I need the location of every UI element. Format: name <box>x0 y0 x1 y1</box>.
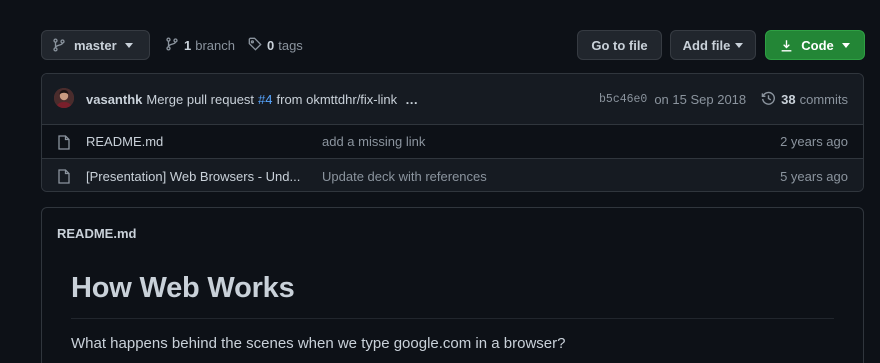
file-icon <box>58 169 70 187</box>
readme-header[interactable]: README.md <box>42 208 863 258</box>
go-to-file-button[interactable]: Go to file <box>577 30 662 60</box>
commit-date: on 15 Sep 2018 <box>654 92 747 107</box>
chevron-down-icon <box>735 42 744 48</box>
file-age: 5 years ago <box>780 168 848 184</box>
commits-label: commits <box>799 92 848 107</box>
file-row[interactable]: [Presentation] Web Browsers - Und... Upd… <box>42 159 863 191</box>
branches-link[interactable]: 1 branch <box>165 30 235 60</box>
commit-message: vasanthk Merge pull request #4 from okmt… <box>86 74 419 125</box>
branches-label: branch <box>195 37 235 53</box>
branch-icon <box>165 36 179 54</box>
branches-count: 1 <box>184 37 192 53</box>
readme-title: How Web Works <box>71 272 295 304</box>
tag-icon <box>248 37 262 54</box>
commit-sha[interactable]: b5c46e0 <box>599 93 647 106</box>
file-commit-message[interactable]: add a missing link <box>322 134 425 149</box>
commit-message-prefix[interactable]: Merge pull request <box>146 92 254 107</box>
file-browser: vasanthk Merge pull request #4 from okmt… <box>41 73 864 192</box>
add-file-label: Add file <box>682 37 731 53</box>
file-row[interactable]: README.md add a missing link 2 years ago <box>42 125 863 159</box>
file-icon <box>58 135 70 153</box>
file-commit-message[interactable]: Update deck with references <box>322 169 487 184</box>
download-icon <box>780 39 793 52</box>
repository-page: master 1 branch 0 tags Go to file Add fi… <box>0 0 880 363</box>
history-icon <box>761 91 776 109</box>
go-to-file-label: Go to file <box>591 37 648 53</box>
file-age: 2 years ago <box>780 134 848 149</box>
avatar[interactable] <box>54 88 74 108</box>
file-name[interactable]: [Presentation] Web Browsers - Und... <box>86 169 300 184</box>
expand-commit-button[interactable]: … <box>405 92 419 107</box>
commits-count: 38 <box>781 92 796 107</box>
readme-panel: README.md How Web Works What happens beh… <box>41 207 864 363</box>
commit-meta: b5c46e0 on 15 Sep 2018 38 commits <box>599 74 848 125</box>
chevron-down-icon <box>124 42 133 48</box>
tags-count: 0 <box>267 37 275 53</box>
commits-history-link[interactable]: 38 commits <box>761 91 848 109</box>
pull-request-link[interactable]: #4 <box>258 92 272 107</box>
tags-link[interactable]: 0 tags <box>248 30 303 60</box>
readme-divider <box>71 318 834 319</box>
commit-author[interactable]: vasanthk <box>86 92 142 107</box>
code-label: Code <box>801 37 834 53</box>
chevron-down-icon <box>841 42 850 48</box>
branch-icon <box>52 38 66 52</box>
code-button[interactable]: Code <box>765 30 865 60</box>
branch-name: master <box>74 37 117 53</box>
branch-select-button[interactable]: master <box>41 30 150 60</box>
commit-message-suffix[interactable]: from okmttdhr/fix-link <box>277 92 398 107</box>
latest-commit-row: vasanthk Merge pull request #4 from okmt… <box>42 74 863 125</box>
repo-toolbar: master 1 branch 0 tags Go to file Add fi… <box>41 30 865 60</box>
file-name[interactable]: README.md <box>86 134 163 149</box>
add-file-button[interactable]: Add file <box>670 30 756 60</box>
tags-label: tags <box>278 37 303 53</box>
readme-intro: What happens behind the scenes when we t… <box>71 335 566 352</box>
